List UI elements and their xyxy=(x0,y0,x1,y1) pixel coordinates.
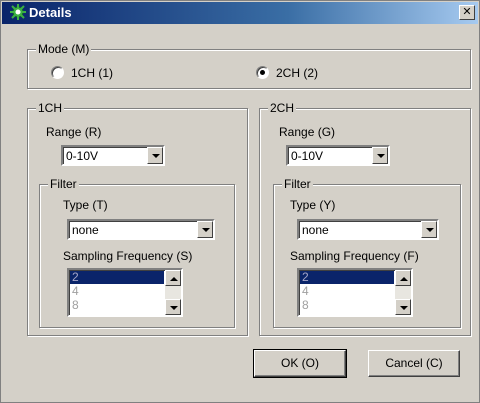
chevron-down-icon[interactable] xyxy=(197,221,213,238)
list-item[interactable]: 8 xyxy=(300,299,394,312)
ch2-type-value: none xyxy=(302,223,329,237)
radio-1ch-label[interactable]: 1CH (1) xyxy=(71,66,113,80)
list-item[interactable]: 2 xyxy=(300,271,394,284)
radio-1ch[interactable] xyxy=(51,66,64,79)
ch2-sampling-scrollbar[interactable] xyxy=(395,270,411,315)
ch1-range-value: 0-10V xyxy=(66,149,99,163)
chevron-down-icon[interactable] xyxy=(372,147,388,164)
list-item[interactable]: 8 xyxy=(70,299,164,312)
details-dialog: Details ✕ Mode (M) 1CH (1) 2CH (2) 1CH R… xyxy=(0,0,480,403)
gear-icon xyxy=(10,4,26,20)
ch1-type-label: Type (T) xyxy=(63,198,108,212)
ch1-range-select[interactable]: 0-10V xyxy=(61,145,165,166)
ch1-filter-legend: Filter xyxy=(48,177,79,191)
scroll-down-icon[interactable] xyxy=(165,299,181,315)
chevron-down-icon[interactable] xyxy=(147,147,163,164)
cancel-button[interactable]: Cancel (C) xyxy=(368,350,460,377)
ch2-filter-legend: Filter xyxy=(282,177,313,191)
ch2-legend: 2CH xyxy=(268,101,297,115)
scroll-up-icon[interactable] xyxy=(395,270,411,286)
list-item[interactable]: 4 xyxy=(70,285,164,298)
ch2-type-label: Type (Y) xyxy=(290,198,336,212)
ch2-range-value: 0-10V xyxy=(291,149,324,163)
title-bar[interactable]: Details ✕ xyxy=(2,2,478,24)
ch1-type-select[interactable]: none xyxy=(67,219,215,240)
radio-2ch-dot xyxy=(260,70,265,75)
chevron-down-icon[interactable] xyxy=(421,221,437,238)
ch1-sampling-list[interactable]: 2 4 8 xyxy=(67,268,183,317)
ok-button[interactable]: OK (O) xyxy=(253,349,347,378)
ch1-sampling-label: Sampling Frequency (S) xyxy=(63,249,193,263)
ch1-range-label: Range (R) xyxy=(46,125,102,139)
radio-2ch[interactable] xyxy=(256,66,269,79)
ch2-type-select[interactable]: none xyxy=(297,219,439,240)
ch1-legend: 1CH xyxy=(36,101,65,115)
scroll-up-icon[interactable] xyxy=(165,270,181,286)
window-title: Details xyxy=(29,5,72,20)
radio-2ch-label[interactable]: 2CH (2) xyxy=(276,66,318,80)
list-item[interactable]: 4 xyxy=(300,285,394,298)
close-icon[interactable]: ✕ xyxy=(459,5,475,20)
mode-legend: Mode (M) xyxy=(36,42,92,56)
scroll-down-icon[interactable] xyxy=(395,299,411,315)
ch1-sampling-scrollbar[interactable] xyxy=(165,270,181,315)
ch2-sampling-label: Sampling Frequency (F) xyxy=(290,249,419,263)
ch2-range-select[interactable]: 0-10V xyxy=(286,145,390,166)
ch2-range-label: Range (G) xyxy=(279,125,336,139)
list-item[interactable]: 2 xyxy=(70,271,164,284)
ch1-type-value: none xyxy=(72,223,99,237)
ch2-sampling-list[interactable]: 2 4 8 xyxy=(297,268,413,317)
